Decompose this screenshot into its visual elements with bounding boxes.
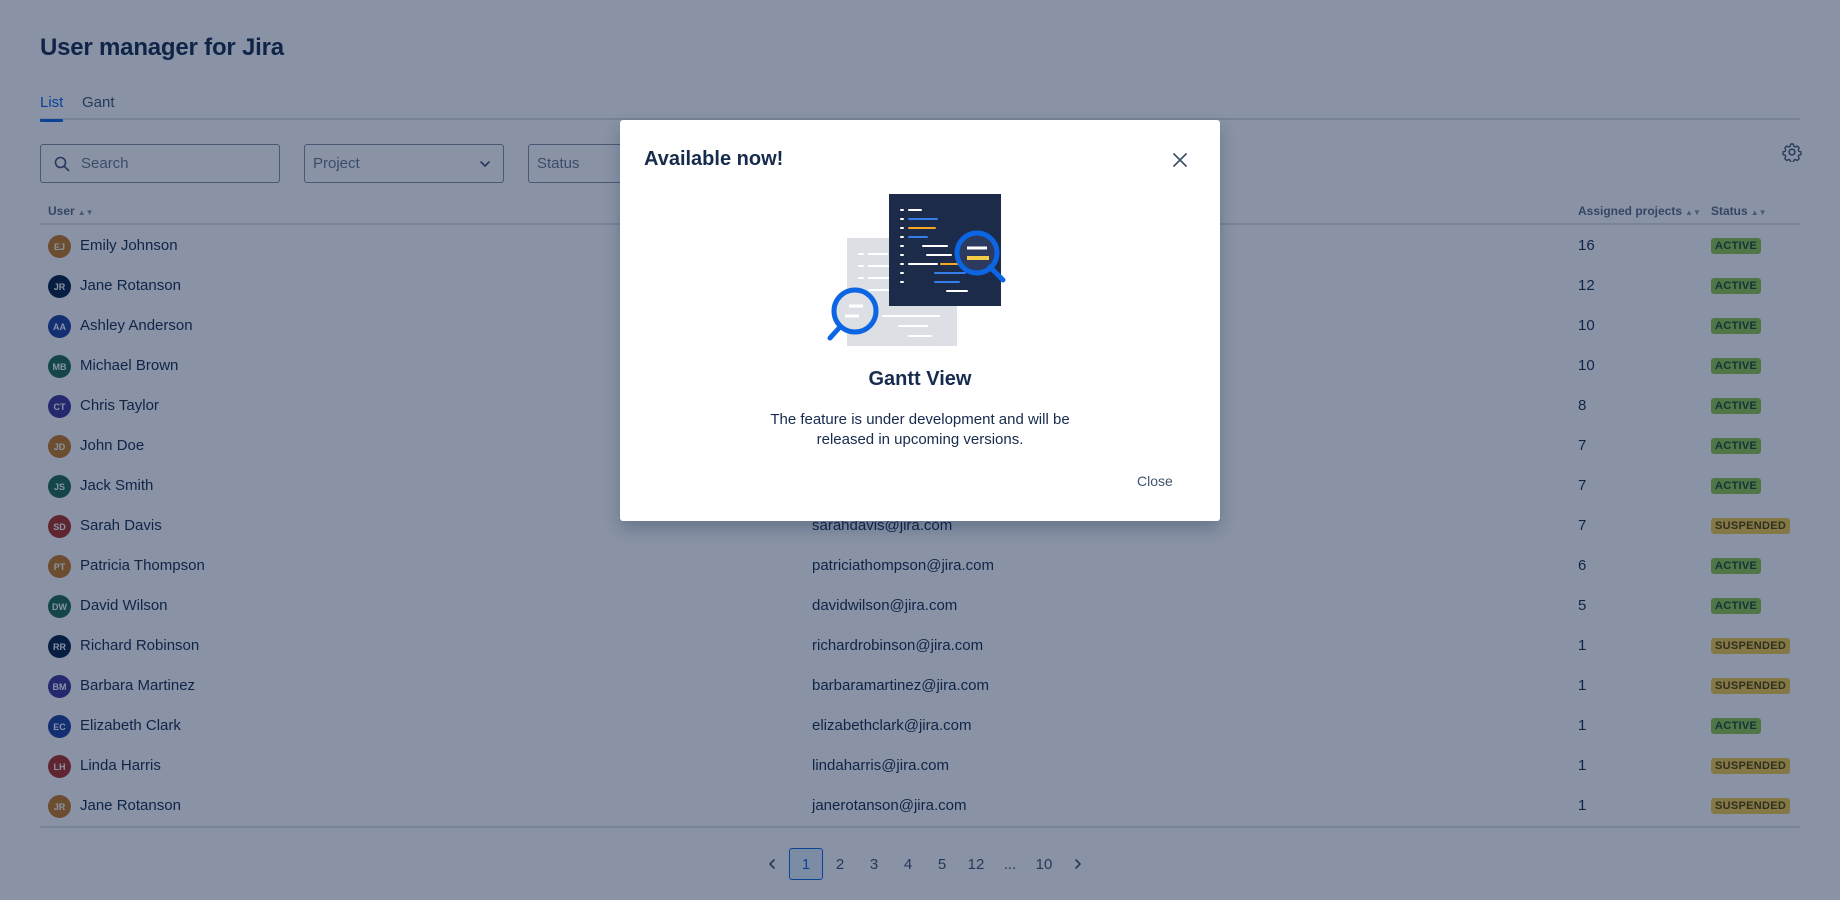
- close-button[interactable]: Close: [1137, 471, 1173, 491]
- feature-modal: Available now! Gantt View The feature is…: [620, 120, 1220, 521]
- modal-description: The feature is under development and wil…: [770, 411, 1070, 448]
- code-search-illustration: [827, 194, 1006, 346]
- close-icon[interactable]: [1169, 149, 1191, 171]
- modal-heading: Gantt View: [868, 368, 972, 390]
- modal-title: Available now!: [644, 148, 784, 170]
